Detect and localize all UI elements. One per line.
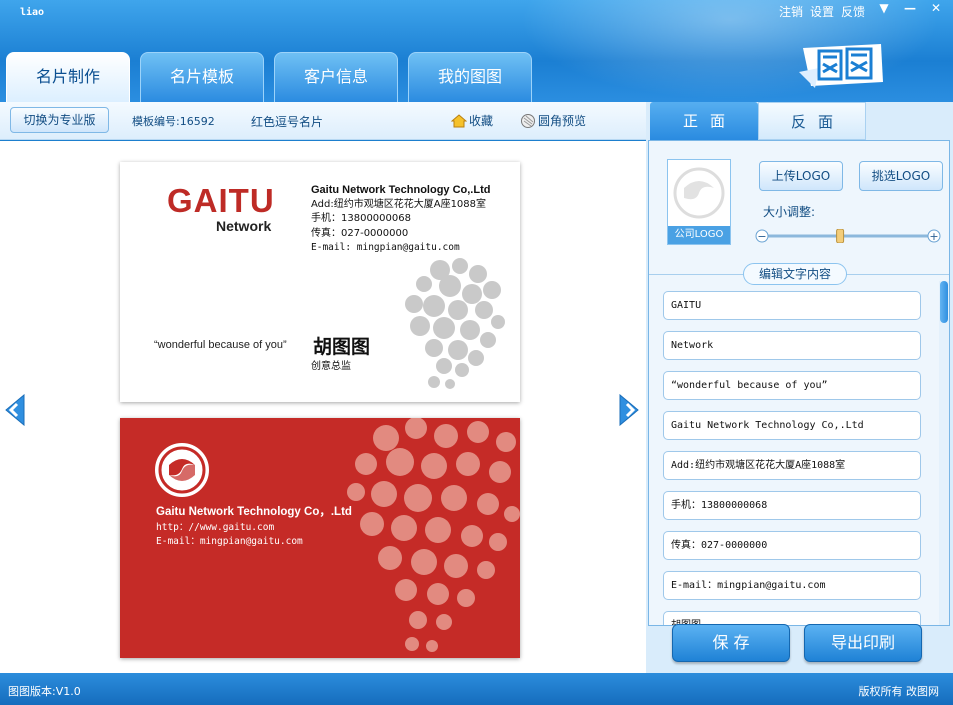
tab-back-side[interactable]: 反面 [758, 102, 866, 140]
next-arrow-icon[interactable] [618, 394, 640, 426]
company-logo-preview[interactable]: 公司LOGO [667, 159, 731, 245]
side-tabs: 正面 反面 [650, 102, 866, 140]
text-fields-list: GAITU Network “wonderful because of you”… [663, 291, 923, 625]
logo-size-slider[interactable]: − + [755, 229, 941, 243]
export-print-button[interactable]: 导出印刷 [804, 624, 922, 662]
house-star-icon [451, 113, 467, 127]
save-button[interactable]: 保 存 [672, 624, 790, 662]
round-preview-button[interactable]: 圆角预览 [520, 112, 586, 129]
feedback-link[interactable]: 反馈 [841, 3, 865, 20]
version-text: 图图版本:V1.0 [8, 685, 81, 698]
seal-icon [158, 446, 206, 494]
text-field-sub[interactable]: Network [663, 331, 921, 360]
card-back-company: Gaitu Network Technology Co，.Ltd [156, 506, 352, 518]
status-bar: 图图版本:V1.0 版权所有 改图网 [0, 673, 953, 705]
tab-my-tutu[interactable]: 我的图图 [408, 52, 532, 102]
text-field-name[interactable]: 胡图图 [663, 611, 921, 625]
card-fax: 传真：027-0000000 [311, 227, 409, 239]
card-person-name: 胡图图 [313, 336, 371, 358]
upload-logo-button[interactable]: 上传LOGO [759, 161, 843, 191]
card-back-contact: Gaitu Network Technology Co，.Ltd http：//… [156, 504, 352, 549]
close-icon[interactable]: ✕ [923, 0, 949, 18]
comma-bubbles-graphic [405, 258, 505, 389]
round-preview-label: 圆角预览 [538, 114, 587, 128]
edit-area: 公司LOGO 上传LOGO 挑选LOGO 大小调整: − + 编辑文字内容 GA… [648, 140, 950, 626]
card-email: E-mail: mingpian@gaitu.com [311, 242, 460, 253]
round-corner-icon [521, 113, 535, 128]
main-tabs: 名片制作 名片模板 客户信息 我的图图 [6, 52, 532, 102]
card-brand: GAITU [167, 182, 275, 219]
company-seal-logo [155, 443, 209, 497]
card-address: Add:纽约市观塘区花花大厦A座1088室 [311, 198, 487, 210]
menu-dropdown-icon[interactable]: ▼ [871, 0, 897, 18]
card-person-title: 创意总监 [311, 361, 351, 372]
pick-logo-button[interactable]: 挑选LOGO [859, 161, 943, 191]
card-back-website: http：//www.gaitu.com [156, 522, 275, 533]
minimize-icon[interactable]: — [897, 0, 923, 18]
logo-thumbnail-icon [673, 167, 725, 219]
card-contact-block: Gaitu Network Technology Co,.Ltd Add:纽约市… [311, 183, 490, 256]
logout-link[interactable]: 注销 [779, 3, 803, 20]
fields-scrollbar[interactable] [939, 281, 949, 625]
scrollbar-thumb[interactable] [940, 281, 948, 323]
edit-panel: 正面 反面 公司LOGO 上传LOGO 挑选LOGO 大小调整: − + 编辑文… [646, 102, 953, 673]
favorite-label: 收藏 [469, 114, 494, 128]
text-field-address[interactable]: Add:纽约市观塘区花花大厦A座1088室 [663, 451, 921, 480]
card-phone: 手机：13800000068 [311, 213, 411, 224]
text-field-fax[interactable]: 传真：027-0000000 [663, 531, 921, 560]
switch-pro-button[interactable]: 切换为专业版 [10, 107, 109, 133]
text-field-company[interactable]: Gaitu Network Technology Co,.Ltd [663, 411, 921, 440]
card-slogan: “wonderful because of you” [154, 339, 287, 351]
text-field-phone[interactable]: 手机：13800000068 [663, 491, 921, 520]
svg-text:+: + [929, 230, 938, 243]
tab-front-side[interactable]: 正面 [650, 102, 758, 140]
card-back-email: E-mail：mingpian@gaitu.com [156, 536, 303, 547]
tab-card-templates[interactable]: 名片模板 [140, 52, 264, 102]
tab-card-making[interactable]: 名片制作 [6, 52, 130, 102]
settings-link[interactable]: 设置 [810, 3, 834, 20]
logo-label: 公司LOGO [668, 226, 730, 244]
text-field-brand[interactable]: GAITU [663, 291, 921, 320]
header: liao 注销 设置 反馈 ▼ — ✕ 名片制作 名片模板 客户信息 我的图图 [0, 0, 953, 102]
tab-customer-info[interactable]: 客户信息 [274, 52, 398, 102]
template-number: 模板编号:16592 [132, 115, 215, 128]
copyright-text: 版权所有 改图网 [858, 685, 940, 698]
username: liao [20, 7, 45, 18]
template-name: 红色逗号名片 [251, 115, 324, 129]
business-card-front[interactable]: GAITU Network Gaitu Network Technology C… [120, 162, 520, 402]
top-links: 注销 设置 反馈 [779, 3, 865, 20]
text-field-slogan[interactable]: “wonderful because of you” [663, 371, 921, 400]
edit-text-label: 编辑文字内容 [743, 263, 847, 285]
card-company: Gaitu Network Technology Co,.Ltd [311, 184, 491, 196]
size-adjust-label: 大小调整: [763, 205, 816, 219]
favorite-button[interactable]: 收藏 [451, 112, 493, 129]
brand-logo-icon [799, 44, 883, 88]
card-preview-area: GAITU Network Gaitu Network Technology C… [0, 141, 646, 673]
svg-text:−: − [757, 230, 766, 243]
template-toolbar: 切换为专业版 模板编号:16592 红色逗号名片 收藏 圆角预览 [0, 102, 646, 140]
window-controls: ▼ — ✕ [871, 0, 949, 18]
prev-arrow-icon[interactable] [4, 394, 26, 426]
business-card-back[interactable]: Gaitu Network Technology Co，.Ltd http：//… [120, 418, 520, 658]
app-window: liao 注销 设置 反馈 ▼ — ✕ 名片制作 名片模板 客户信息 我的图图 … [0, 0, 953, 705]
text-field-email[interactable]: E-mail：mingpian@gaitu.com [663, 571, 921, 600]
card-brand-sub: Network [216, 218, 272, 234]
comma-bubbles-graphic-back [347, 418, 520, 652]
